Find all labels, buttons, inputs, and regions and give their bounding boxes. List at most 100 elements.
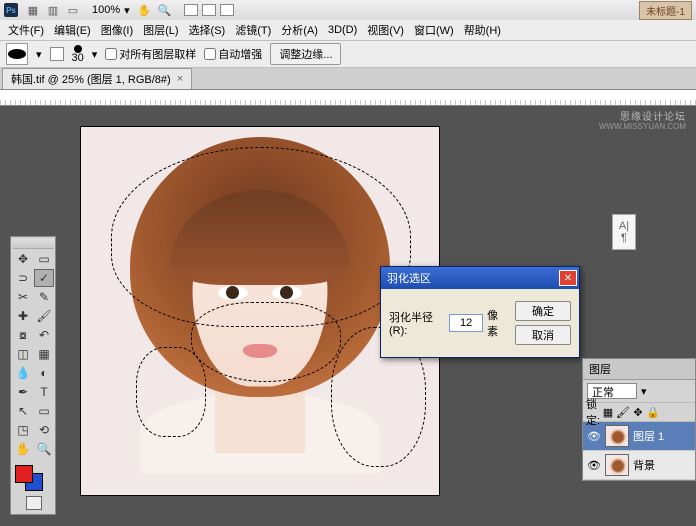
shape-tool-icon[interactable]: ▭: [34, 402, 54, 420]
menu-image[interactable]: 图像(I): [97, 20, 137, 40]
selection-marquee: [136, 347, 206, 437]
titlebar: Ps ▦ ▥ ▭ 100% ▾ ✋ 🔍 未标题-1: [0, 0, 696, 20]
lock-all-icon[interactable]: 🔒: [647, 406, 659, 418]
dialog-titlebar[interactable]: 羽化选区 ✕: [381, 267, 579, 289]
gradient-tool-icon[interactable]: ▦: [34, 345, 54, 363]
zoomtool-icon[interactable]: 🔍: [158, 3, 172, 17]
lock-label: 锁定:: [587, 406, 599, 418]
menu-analysis[interactable]: 分析(A): [277, 20, 322, 40]
color-swatches[interactable]: [13, 463, 54, 493]
char-icon: A|: [619, 220, 629, 232]
app-icon: Ps: [4, 3, 18, 17]
document-tab-label: 韩国.tif @ 25% (图层 1, RGB/8#): [11, 71, 171, 87]
minibridge-icon[interactable]: ▥: [46, 3, 60, 17]
screenmode-3-icon[interactable]: [220, 4, 234, 16]
menu-file[interactable]: 文件(F): [4, 20, 48, 40]
document-tabbar: 韩国.tif @ 25% (图层 1, RGB/8#) ×: [0, 68, 696, 90]
lock-trans-icon[interactable]: ▦: [602, 406, 614, 418]
menu-3d[interactable]: 3D(D): [324, 22, 361, 38]
menu-layer[interactable]: 图层(L): [139, 20, 182, 40]
brush-size-display[interactable]: 30: [72, 45, 84, 64]
options-bar: ▾ 30 ▾ 对所有图层取样 自动增强 调整边缘...: [0, 40, 696, 68]
layer-row[interactable]: 👁 背景: [583, 451, 695, 480]
menu-edit[interactable]: 编辑(E): [50, 20, 95, 40]
cancel-button[interactable]: 取消: [515, 325, 571, 345]
pen-tool-icon[interactable]: ✒: [13, 383, 33, 401]
3d-tool-icon[interactable]: ◳: [13, 421, 33, 439]
layer-thumbnail[interactable]: [605, 454, 629, 476]
auto-enhance-label: 自动增强: [218, 46, 262, 62]
visibility-icon[interactable]: 👁: [587, 430, 601, 442]
refine-edge-button[interactable]: 调整边缘...: [270, 43, 341, 65]
feather-unit-label: 像素: [487, 307, 507, 339]
feather-dialog: 羽化选区 ✕ 羽化半径(R): 像素 确定 取消: [380, 266, 580, 358]
sample-all-checkbox[interactable]: 对所有图层取样: [105, 46, 196, 62]
layers-panel: 图层 正常 ▾ 锁定: ▦ 🖌 ✥ 🔒 👁 图层 1 👁 背景: [582, 358, 696, 481]
move-tool-icon[interactable]: ✥: [13, 250, 33, 268]
zoom-tool-icon[interactable]: 🔍: [34, 440, 54, 458]
selection-marquee: [191, 302, 341, 382]
document-tab[interactable]: 韩国.tif @ 25% (图层 1, RGB/8#) ×: [2, 68, 192, 89]
menu-view[interactable]: 视图(V): [363, 20, 408, 40]
brush-picker-icon[interactable]: [50, 47, 64, 61]
blend-dropdown-icon[interactable]: ▾: [641, 385, 647, 398]
dodge-tool-icon[interactable]: ◐: [34, 364, 54, 382]
screenmode-2-icon[interactable]: [202, 4, 216, 16]
lock-pos-icon[interactable]: ✥: [632, 406, 644, 418]
layers-tab[interactable]: 图层: [583, 359, 695, 380]
crop-tool-icon[interactable]: ✂: [13, 288, 33, 306]
char-panel-flyout[interactable]: A| ¶: [612, 214, 636, 250]
ok-button[interactable]: 确定: [515, 301, 571, 321]
foreground-swatch[interactable]: [15, 465, 33, 483]
sample-all-label: 对所有图层取样: [119, 46, 196, 62]
eraser-tool-icon[interactable]: ◫: [13, 345, 33, 363]
3dcam-tool-icon[interactable]: ⟲: [34, 421, 54, 439]
quickselect-tool-icon[interactable]: ✓: [34, 269, 54, 287]
feather-radius-input[interactable]: [449, 314, 483, 332]
workspace: 思缘设计论坛 WWW.MISSYUAN.COM A| ¶ ✥ ▭ ⊃ ✓ ✂ ✎…: [0, 106, 696, 526]
layer-name[interactable]: 图层 1: [633, 428, 664, 444]
ruler-horizontal[interactable]: [0, 90, 696, 106]
quickmask-icon[interactable]: [26, 496, 42, 510]
zoom-value[interactable]: 100%: [90, 4, 122, 16]
hand-tool-icon[interactable]: ✋: [13, 440, 33, 458]
screenmode-1-icon[interactable]: [184, 4, 198, 16]
brush-tool-icon[interactable]: 🖌: [34, 307, 54, 325]
bridge-icon[interactable]: ▦: [26, 3, 40, 17]
viewextra-icon[interactable]: ▭: [66, 3, 80, 17]
hand-icon[interactable]: ✋: [138, 3, 152, 17]
watermark-url: WWW.MISSYUAN.COM: [599, 122, 686, 131]
brush-dropdown-icon[interactable]: ▾: [92, 48, 98, 61]
menubar: 文件(F) 编辑(E) 图像(I) 图层(L) 选择(S) 滤镜(T) 分析(A…: [0, 20, 696, 40]
menu-filter[interactable]: 滤镜(T): [231, 20, 275, 40]
menu-help[interactable]: 帮助(H): [460, 20, 505, 40]
type-tool-icon[interactable]: T: [34, 383, 54, 401]
tool-preset-dropdown-icon[interactable]: ▾: [36, 48, 42, 61]
paragraph-icon: ¶: [621, 232, 627, 244]
eyedropper-tool-icon[interactable]: ✎: [34, 288, 54, 306]
menu-window[interactable]: 窗口(W): [410, 20, 458, 40]
history-tool-icon[interactable]: ↶: [34, 326, 54, 344]
close-icon[interactable]: ✕: [559, 270, 577, 286]
layer-thumbnail[interactable]: [605, 425, 629, 447]
lock-paint-icon[interactable]: 🖌: [617, 406, 629, 418]
stamp-tool-icon[interactable]: ⧇: [13, 326, 33, 344]
document-tab-highlight[interactable]: 未标题-1: [639, 1, 692, 20]
toolbox-grip[interactable]: [13, 239, 54, 249]
lasso-tool-icon[interactable]: ⊃: [13, 269, 33, 287]
tool-preset-icon[interactable]: [6, 43, 28, 65]
blur-tool-icon[interactable]: 💧: [13, 364, 33, 382]
close-icon[interactable]: ×: [177, 73, 183, 85]
auto-enhance-checkbox[interactable]: 自动增强: [204, 46, 262, 62]
brush-size-value: 30: [72, 53, 84, 64]
path-tool-icon[interactable]: ↖: [13, 402, 33, 420]
heal-tool-icon[interactable]: ✚: [13, 307, 33, 325]
visibility-icon[interactable]: 👁: [587, 459, 601, 471]
selection-marquee: [111, 147, 411, 327]
dialog-title: 羽化选区: [387, 270, 431, 286]
zoom-dropdown-icon[interactable]: ▾: [124, 4, 130, 17]
menu-select[interactable]: 选择(S): [185, 20, 230, 40]
marquee-tool-icon[interactable]: ▭: [34, 250, 54, 268]
layer-name[interactable]: 背景: [633, 457, 655, 473]
feather-radius-label: 羽化半径(R):: [389, 309, 445, 337]
